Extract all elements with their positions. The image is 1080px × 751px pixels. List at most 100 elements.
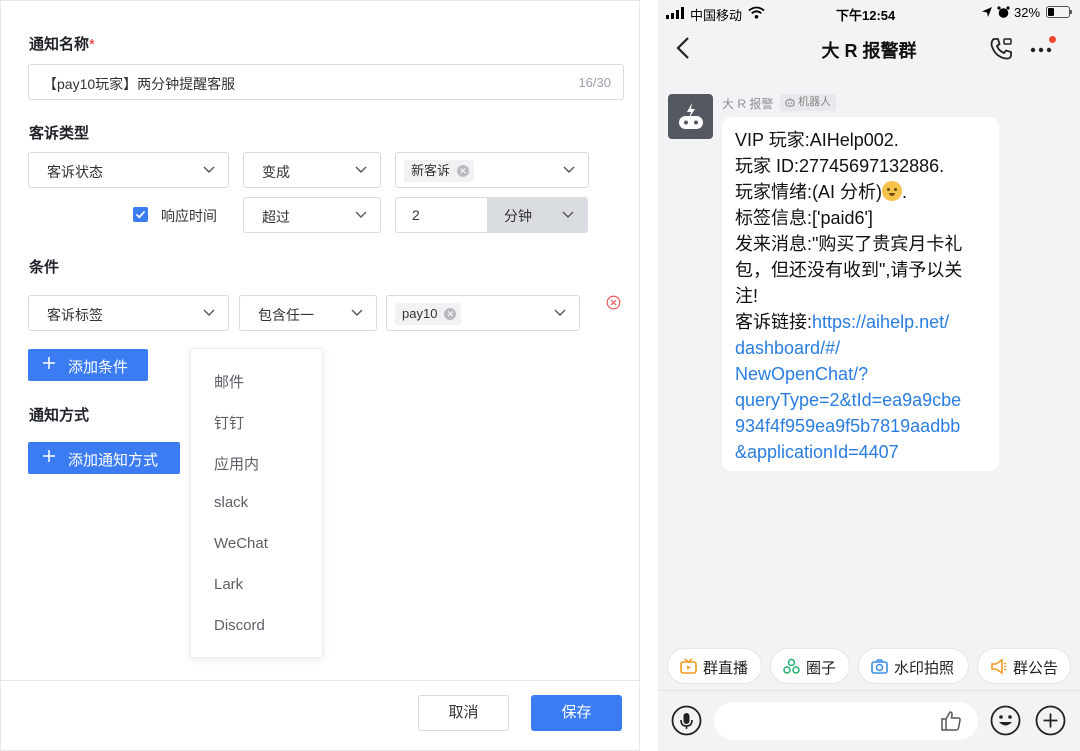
response-time-checkbox[interactable] xyxy=(133,207,148,222)
plus-icon xyxy=(43,357,55,369)
condition-field-select[interactable]: 客诉标签 xyxy=(28,295,229,331)
complaint-link[interactable]: &applicationId=4407 xyxy=(735,439,999,465)
tag-remove-icon[interactable]: ✕ xyxy=(444,308,457,320)
alarm-icon xyxy=(997,6,1010,18)
message-line: 标签信息:['paid6'] xyxy=(735,208,873,228)
selected-tag: 新客诉 ✕ xyxy=(404,160,475,182)
badge-label: 机器人 xyxy=(798,96,831,108)
chat-title: 大 R 报警群 xyxy=(821,41,917,61)
time-operator-select[interactable]: 超过 xyxy=(243,197,381,233)
complaint-type-label: 客诉类型 xyxy=(29,125,90,142)
watermark-photo-chip[interactable]: 水印拍照 xyxy=(858,648,969,684)
battery-percent: 32% xyxy=(1014,5,1041,20)
chevron-down-icon xyxy=(203,166,215,173)
message-line: 包，但还没有收到",请予以关 xyxy=(735,260,963,280)
name-label: 通知名称* xyxy=(29,36,95,53)
message-line: 玩家 ID:27745697132886. xyxy=(735,156,945,176)
status-bar: 中国移动 下午12:54 32% xyxy=(658,0,1080,26)
circle-chip[interactable]: 圈子 xyxy=(770,648,850,684)
message-line: VIP 玩家:AIHelp002. xyxy=(735,130,899,150)
dropdown-option[interactable]: slack xyxy=(214,494,248,511)
phone-call-icon[interactable] xyxy=(988,36,1014,62)
select-value: 包含任一 xyxy=(258,307,314,323)
notification-name-input[interactable]: 【pay10玩家】两分钟提醒客服 16/30 xyxy=(28,64,624,100)
clock: 下午12:54 xyxy=(836,8,896,23)
chevron-down-icon xyxy=(554,309,566,316)
dizzy-face-emoji-icon xyxy=(882,181,902,201)
button-label: 添加通知方式 xyxy=(68,452,159,469)
condition-label: 条件 xyxy=(29,259,60,276)
message-line: 注! xyxy=(735,286,759,306)
bot-badge-icon xyxy=(785,98,795,107)
camera-icon xyxy=(871,659,888,674)
save-button[interactable]: 保存 xyxy=(531,695,622,731)
complaint-link[interactable]: NewOpenChat/? xyxy=(735,361,999,387)
complaint-link[interactable]: https://aihelp.net/ xyxy=(812,312,949,332)
live-tv-icon xyxy=(680,658,697,674)
response-time-label: 响应时间 xyxy=(161,208,217,224)
dropdown-option[interactable]: 钉钉 xyxy=(214,412,244,433)
complaint-link[interactable]: dashboard/#/ xyxy=(735,335,999,361)
chip-label: 群直播 xyxy=(703,660,749,677)
add-notify-method-button[interactable]: 添加通知方式 xyxy=(28,442,180,474)
add-condition-button[interactable]: 添加条件 xyxy=(28,349,148,381)
dropdown-option[interactable]: Discord xyxy=(214,617,265,634)
thumbs-up-icon[interactable] xyxy=(940,710,962,732)
time-unit-select[interactable]: 分钟 xyxy=(487,198,587,232)
unit-value: 分钟 xyxy=(504,208,532,224)
condition-operator-select[interactable]: 包含任一 xyxy=(239,295,377,331)
dropdown-option[interactable]: 应用内 xyxy=(214,453,259,474)
notification-form-panel: 通知名称* 【pay10玩家】两分钟提醒客服 16/30 客诉类型 客诉状态 变… xyxy=(0,0,640,751)
group-notice-chip[interactable]: 群公告 xyxy=(977,648,1071,684)
complaint-link[interactable]: queryType=2&tId=ea9a9cbe xyxy=(735,387,999,413)
add-attachment-icon[interactable] xyxy=(1035,705,1066,736)
dropdown-option[interactable]: WeChat xyxy=(214,535,268,552)
robot-icon xyxy=(679,103,703,129)
bot-avatar[interactable] xyxy=(668,94,713,139)
select-value: 客诉标签 xyxy=(47,307,103,323)
location-icon xyxy=(982,7,992,17)
chat-nav-bar: 大 R 报警群 xyxy=(658,26,1080,72)
emoji-icon[interactable] xyxy=(990,705,1021,736)
select-value: 客诉状态 xyxy=(47,164,103,180)
battery-icon xyxy=(1046,6,1072,18)
chip-label: 水印拍照 xyxy=(894,660,955,677)
group-live-chip[interactable]: 群直播 xyxy=(667,648,762,684)
required-mark: * xyxy=(89,36,95,53)
chevron-down-icon xyxy=(351,309,363,316)
time-value-input[interactable]: 2 分钟 xyxy=(395,197,588,233)
circle-group-icon xyxy=(783,658,800,674)
chip-label: 圈子 xyxy=(806,660,837,677)
selected-tag: pay10 ✕ xyxy=(395,303,462,325)
emotion-text: 玩家情绪:(AI 分析) xyxy=(735,182,882,202)
notify-method-label: 通知方式 xyxy=(29,407,90,424)
voice-input-icon[interactable] xyxy=(671,705,702,736)
chevron-down-icon xyxy=(355,166,367,173)
signal-icon xyxy=(666,7,684,19)
tag-remove-icon[interactable]: ✕ xyxy=(457,165,470,177)
check-icon xyxy=(135,210,146,219)
complaint-field-select[interactable]: 客诉状态 xyxy=(28,152,229,188)
phone-chat-screen: 中国移动 下午12:54 32% 大 R 报警群 大 R 报警 机器人 VIP … xyxy=(658,0,1080,751)
status-value-select[interactable]: 新客诉 ✕ xyxy=(395,152,589,188)
emotion-suffix: . xyxy=(902,182,908,202)
dropdown-option[interactable]: 邮件 xyxy=(214,371,244,392)
complaint-link[interactable]: 934f4f959ea9f5b7819aadbb xyxy=(735,413,999,439)
operator-select[interactable]: 变成 xyxy=(243,152,381,188)
char-counter: 16/30 xyxy=(578,75,611,90)
message-line: 玩家情绪:(AI 分析). xyxy=(735,179,999,205)
footer-divider xyxy=(1,680,639,681)
cancel-button[interactable]: 取消 xyxy=(418,695,509,731)
chevron-down-icon xyxy=(355,211,367,218)
condition-value-select[interactable]: pay10 ✕ xyxy=(386,295,580,331)
dropdown-option[interactable]: Lark xyxy=(214,576,243,593)
select-value: 变成 xyxy=(262,164,290,180)
message-text-input[interactable] xyxy=(714,702,978,740)
megaphone-icon xyxy=(991,658,1007,675)
carrier-name: 中国移动 xyxy=(690,8,743,23)
remove-condition-icon[interactable] xyxy=(606,295,621,310)
chevron-down-icon xyxy=(563,166,575,173)
chip-label: 群公告 xyxy=(1013,660,1059,677)
name-value: 【pay10玩家】两分钟提醒客服 xyxy=(43,76,236,92)
message-bubble[interactable]: VIP 玩家:AIHelp002. 玩家 ID:27745697132886. … xyxy=(722,117,999,471)
